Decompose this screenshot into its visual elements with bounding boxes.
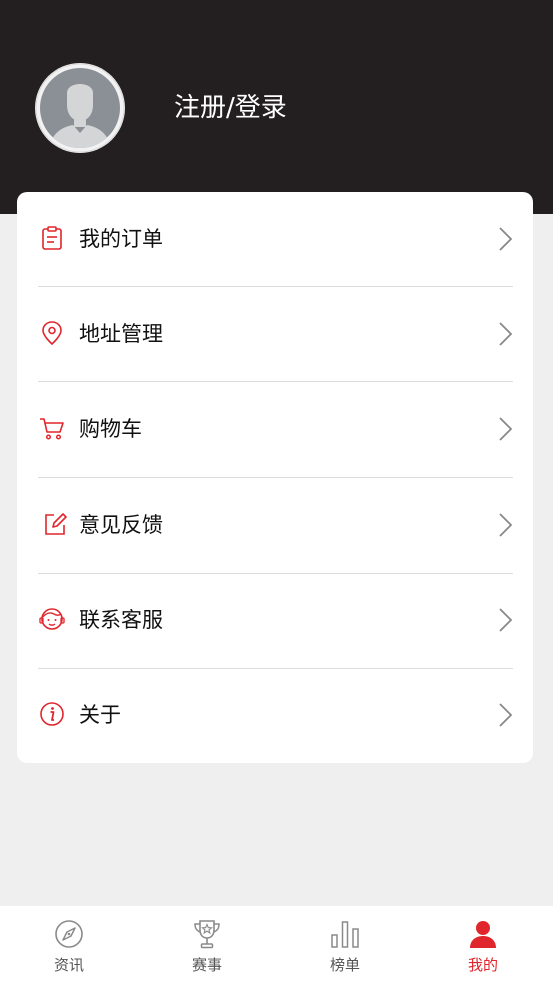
compass-icon <box>55 920 83 948</box>
default-avatar-icon <box>35 63 125 153</box>
chevron-right-icon <box>499 608 513 632</box>
tab-label: 我的 <box>467 956 498 974</box>
chevron-right-icon <box>499 322 513 346</box>
info-icon <box>40 702 64 726</box>
tab-label: 赛事 <box>191 956 222 974</box>
customer-service-icon <box>39 608 65 630</box>
menu-item-label: 联系客服 <box>79 608 163 632</box>
chevron-right-icon <box>499 227 513 251</box>
edit-icon <box>45 513 67 535</box>
bottom-tab-bar: 资讯 赛事 榜单 我的 <box>0 906 553 983</box>
menu-item-my-orders[interactable]: 我的订单 <box>17 192 533 287</box>
avatar[interactable] <box>35 63 125 153</box>
tab-me[interactable]: 我的 <box>414 906 552 983</box>
tab-label: 榜单 <box>329 956 360 974</box>
tab-rankings[interactable]: 榜单 <box>276 906 414 983</box>
profile-header: 注册/登录 <box>0 0 553 214</box>
tab-events[interactable]: 赛事 <box>138 906 276 983</box>
menu-item-address-management[interactable]: 地址管理 <box>17 287 533 382</box>
menu-item-customer-service[interactable]: 联系客服 <box>17 573 533 668</box>
menu-item-label: 我的订单 <box>79 227 163 251</box>
user-icon <box>470 921 496 948</box>
tab-label: 资讯 <box>53 956 84 974</box>
menu-item-about[interactable]: 关于 <box>17 668 533 763</box>
menu-item-feedback[interactable]: 意见反馈 <box>17 478 533 573</box>
login-register-link[interactable]: 注册/登录 <box>174 90 287 126</box>
clipboard-icon <box>42 226 62 250</box>
menu-item-label: 意见反馈 <box>79 513 163 537</box>
bar-chart-icon <box>331 921 359 948</box>
tab-news[interactable]: 资讯 <box>0 906 138 983</box>
menu-item-label: 购物车 <box>79 417 142 441</box>
chevron-right-icon <box>499 417 513 441</box>
menu-item-label: 地址管理 <box>79 322 163 346</box>
menu-item-shopping-cart[interactable]: 购物车 <box>17 382 533 477</box>
chevron-right-icon <box>499 703 513 727</box>
chevron-right-icon <box>499 513 513 537</box>
menu-card: 我的订单 地址管理 购物车 意见反馈 联系客服 关于 <box>17 192 533 763</box>
location-pin-icon <box>42 321 62 346</box>
menu-item-label: 关于 <box>79 703 121 727</box>
cart-icon <box>40 418 64 440</box>
trophy-icon <box>194 920 220 949</box>
